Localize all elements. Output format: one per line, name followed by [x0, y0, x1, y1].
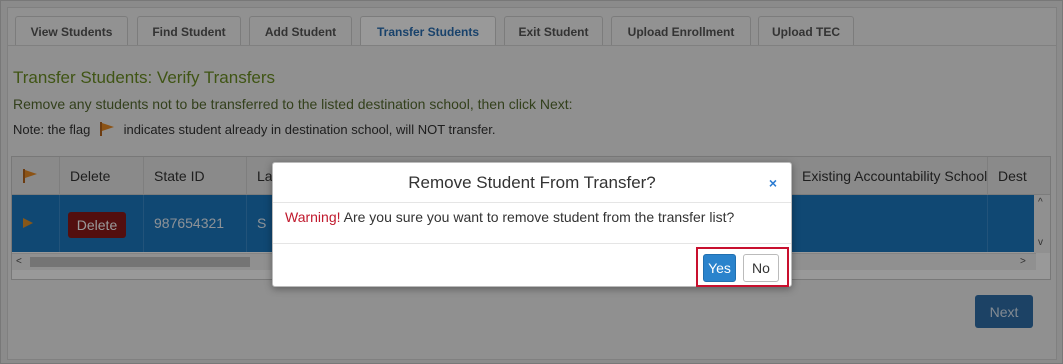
warning-label: Warning!: [285, 209, 341, 225]
remove-student-dialog: Remove Student From Transfer? × Warning!…: [272, 162, 792, 287]
dialog-message-text: Are you sure you want to remove student …: [340, 209, 735, 225]
no-button[interactable]: No: [743, 254, 779, 282]
dialog-title: Remove Student From Transfer?: [273, 163, 791, 203]
close-icon[interactable]: ×: [769, 163, 777, 203]
dialog-message: Warning! Are you sure you want to remove…: [285, 209, 734, 225]
dialog-divider: [273, 243, 791, 244]
dialog-button-highlight: Yes No: [696, 247, 789, 287]
yes-button[interactable]: Yes: [703, 254, 736, 282]
